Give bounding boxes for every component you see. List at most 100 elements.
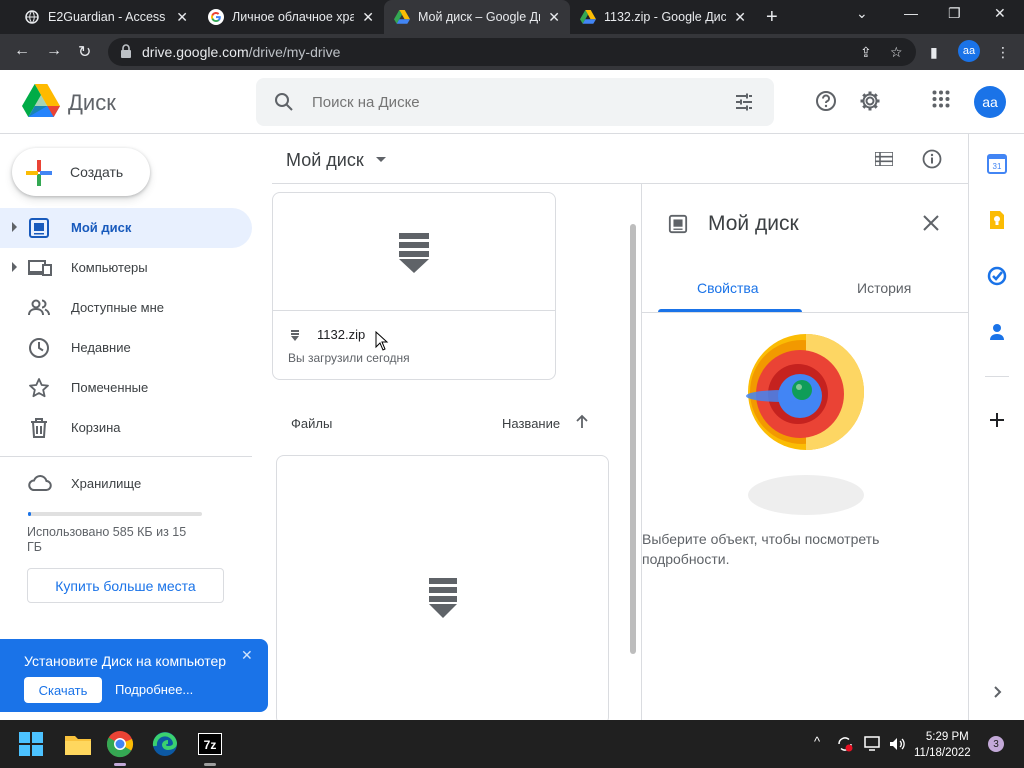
close-window-button[interactable]: ✕ [994,5,1006,22]
tab-title: E2Guardian - Access De [48,10,168,24]
contacts-icon[interactable] [987,322,1007,342]
browser-tab-bar: E2Guardian - Access De ✕ Личное облачное… [0,0,1024,34]
chrome-icon[interactable] [106,730,134,758]
expand-arrow-icon[interactable] [12,222,17,232]
browser-tab[interactable]: E2Guardian - Access De ✕ [14,0,198,34]
share-icon[interactable]: ⇪ [860,44,872,61]
close-tab-icon[interactable]: ✕ [176,9,188,26]
sidebar-item-computers[interactable]: Компьютеры [0,248,252,288]
drive-icon [580,9,596,25]
chevron-right-icon[interactable] [987,682,1007,702]
browser-tab[interactable]: 1132.zip - Google Дис ✕ [570,0,756,34]
search-input[interactable] [312,90,712,114]
side-panel-icon[interactable]: ▮ [930,44,938,61]
reload-button[interactable]: ↻ [78,42,91,62]
sidebar-item-label: Компьютеры [71,260,148,275]
chevron-down-icon[interactable] [376,157,386,162]
sidebar-item-my-drive[interactable]: Мой диск [0,208,252,248]
search-icon[interactable] [274,92,294,112]
cloud-icon [28,475,52,491]
sidebar-item-storage[interactable]: Хранилище [0,464,252,504]
zip-file-icon [429,578,457,618]
sidebar-item-trash[interactable]: Корзина [0,408,252,448]
help-icon[interactable] [815,90,837,112]
close-icon[interactable] [922,214,940,232]
sync-icon[interactable] [836,735,854,753]
google-g-icon [208,9,224,25]
sidebar-item-label: Помеченные [71,380,149,395]
files-section-label: Файлы [291,416,333,431]
calendar-icon[interactable]: 31 [987,154,1007,174]
details-empty-message: Выберите объект, чтобы посмотреть подроб… [642,531,880,567]
zip-file-icon [399,233,429,273]
account-avatar[interactable]: aa [974,86,1006,118]
buy-storage-button[interactable]: Купить больше места [27,568,224,603]
network-icon[interactable] [864,735,882,753]
browser-tab-active[interactable]: Мой диск – Google Ди ✕ [384,0,570,34]
volume-icon[interactable] [888,735,906,753]
globe-icon [24,9,40,25]
sidebar-item-label: Недавние [71,340,131,355]
address-bar[interactable]: drive.google.com/drive/my-drive ⇪ ☆ [108,38,916,66]
menu-kebab-icon[interactable]: ⋮ [996,44,1010,61]
bookmark-star-icon[interactable]: ☆ [890,44,903,61]
sidebar-item-label: Доступные мне [71,300,165,315]
addons-divider [985,376,1009,377]
svg-text:31: 31 [993,162,1002,171]
mouse-cursor-icon [375,331,389,351]
file-name: 1132.zip [317,327,366,342]
suggested-file-card[interactable]: 1132.zip Вы загрузили сегодня [272,192,556,380]
minimize-button[interactable]: — [904,5,918,21]
chevron-up-icon[interactable]: ^ [814,734,820,749]
main-scrollbar[interactable] [630,224,636,654]
info-icon[interactable] [922,149,942,169]
svg-text:7z: 7z [204,738,217,752]
apps-grid-icon[interactable] [932,90,950,108]
browser-toolbar: ← → ↻ drive.google.com/drive/my-drive ⇪ … [0,34,1024,70]
back-button[interactable]: ← [14,42,30,60]
tabs-divider [642,312,968,313]
new-tab-button[interactable]: + [766,6,778,29]
profile-avatar[interactable]: aa [958,40,980,62]
file-grid-item[interactable] [276,455,609,725]
sidebar-item-shared[interactable]: Доступные мне [0,288,252,328]
expand-arrow-icon[interactable] [12,262,17,272]
create-button[interactable]: Создать [12,148,150,196]
7zip-icon[interactable]: 7z [196,730,224,758]
storage-progress-fill [28,512,32,516]
tab-properties[interactable]: Свойства [697,280,758,296]
sidebar-item-starred[interactable]: Помеченные [0,368,252,408]
search-options-icon[interactable] [734,92,754,112]
keep-icon[interactable] [987,210,1007,230]
page-title[interactable]: Мой диск [286,150,364,171]
restore-button[interactable]: ❐ [948,5,961,22]
settings-gear-icon[interactable] [859,90,881,112]
close-tab-icon[interactable]: ✕ [362,9,374,26]
edge-icon[interactable] [151,730,179,758]
windows-start-icon[interactable] [19,732,43,756]
file-explorer-icon[interactable] [64,730,92,758]
zip-type-icon [291,330,299,341]
arrow-up-icon[interactable] [574,414,590,430]
sort-by-name-button[interactable]: Название [502,416,560,431]
browser-tab[interactable]: Личное облачное хра ✕ [198,0,384,34]
forward-button[interactable]: → [46,42,62,60]
sidebar-item-recent[interactable]: Недавние [0,328,252,368]
search-box[interactable] [256,78,774,126]
tab-history[interactable]: История [857,280,911,296]
promo-download-button[interactable]: Скачать [24,677,102,703]
promo-title: Установите Диск на компьютер [24,653,227,669]
promo-learn-more-link[interactable]: Подробнее... [115,682,193,697]
promo-close-icon[interactable]: ✕ [241,647,253,664]
plus-icon [26,160,52,186]
close-tab-icon[interactable]: ✕ [734,9,746,26]
list-view-icon[interactable] [875,152,893,166]
close-tab-icon[interactable]: ✕ [548,9,560,26]
system-clock[interactable]: 5:29 PM 11/18/2022 [914,729,971,761]
tasks-icon[interactable] [987,266,1007,286]
tab-search-icon[interactable]: ⌄ [856,5,868,22]
my-drive-icon [29,218,49,238]
app-indicator [204,763,216,766]
add-addon-icon[interactable] [987,410,1007,430]
notification-badge[interactable]: 3 [988,736,1004,752]
